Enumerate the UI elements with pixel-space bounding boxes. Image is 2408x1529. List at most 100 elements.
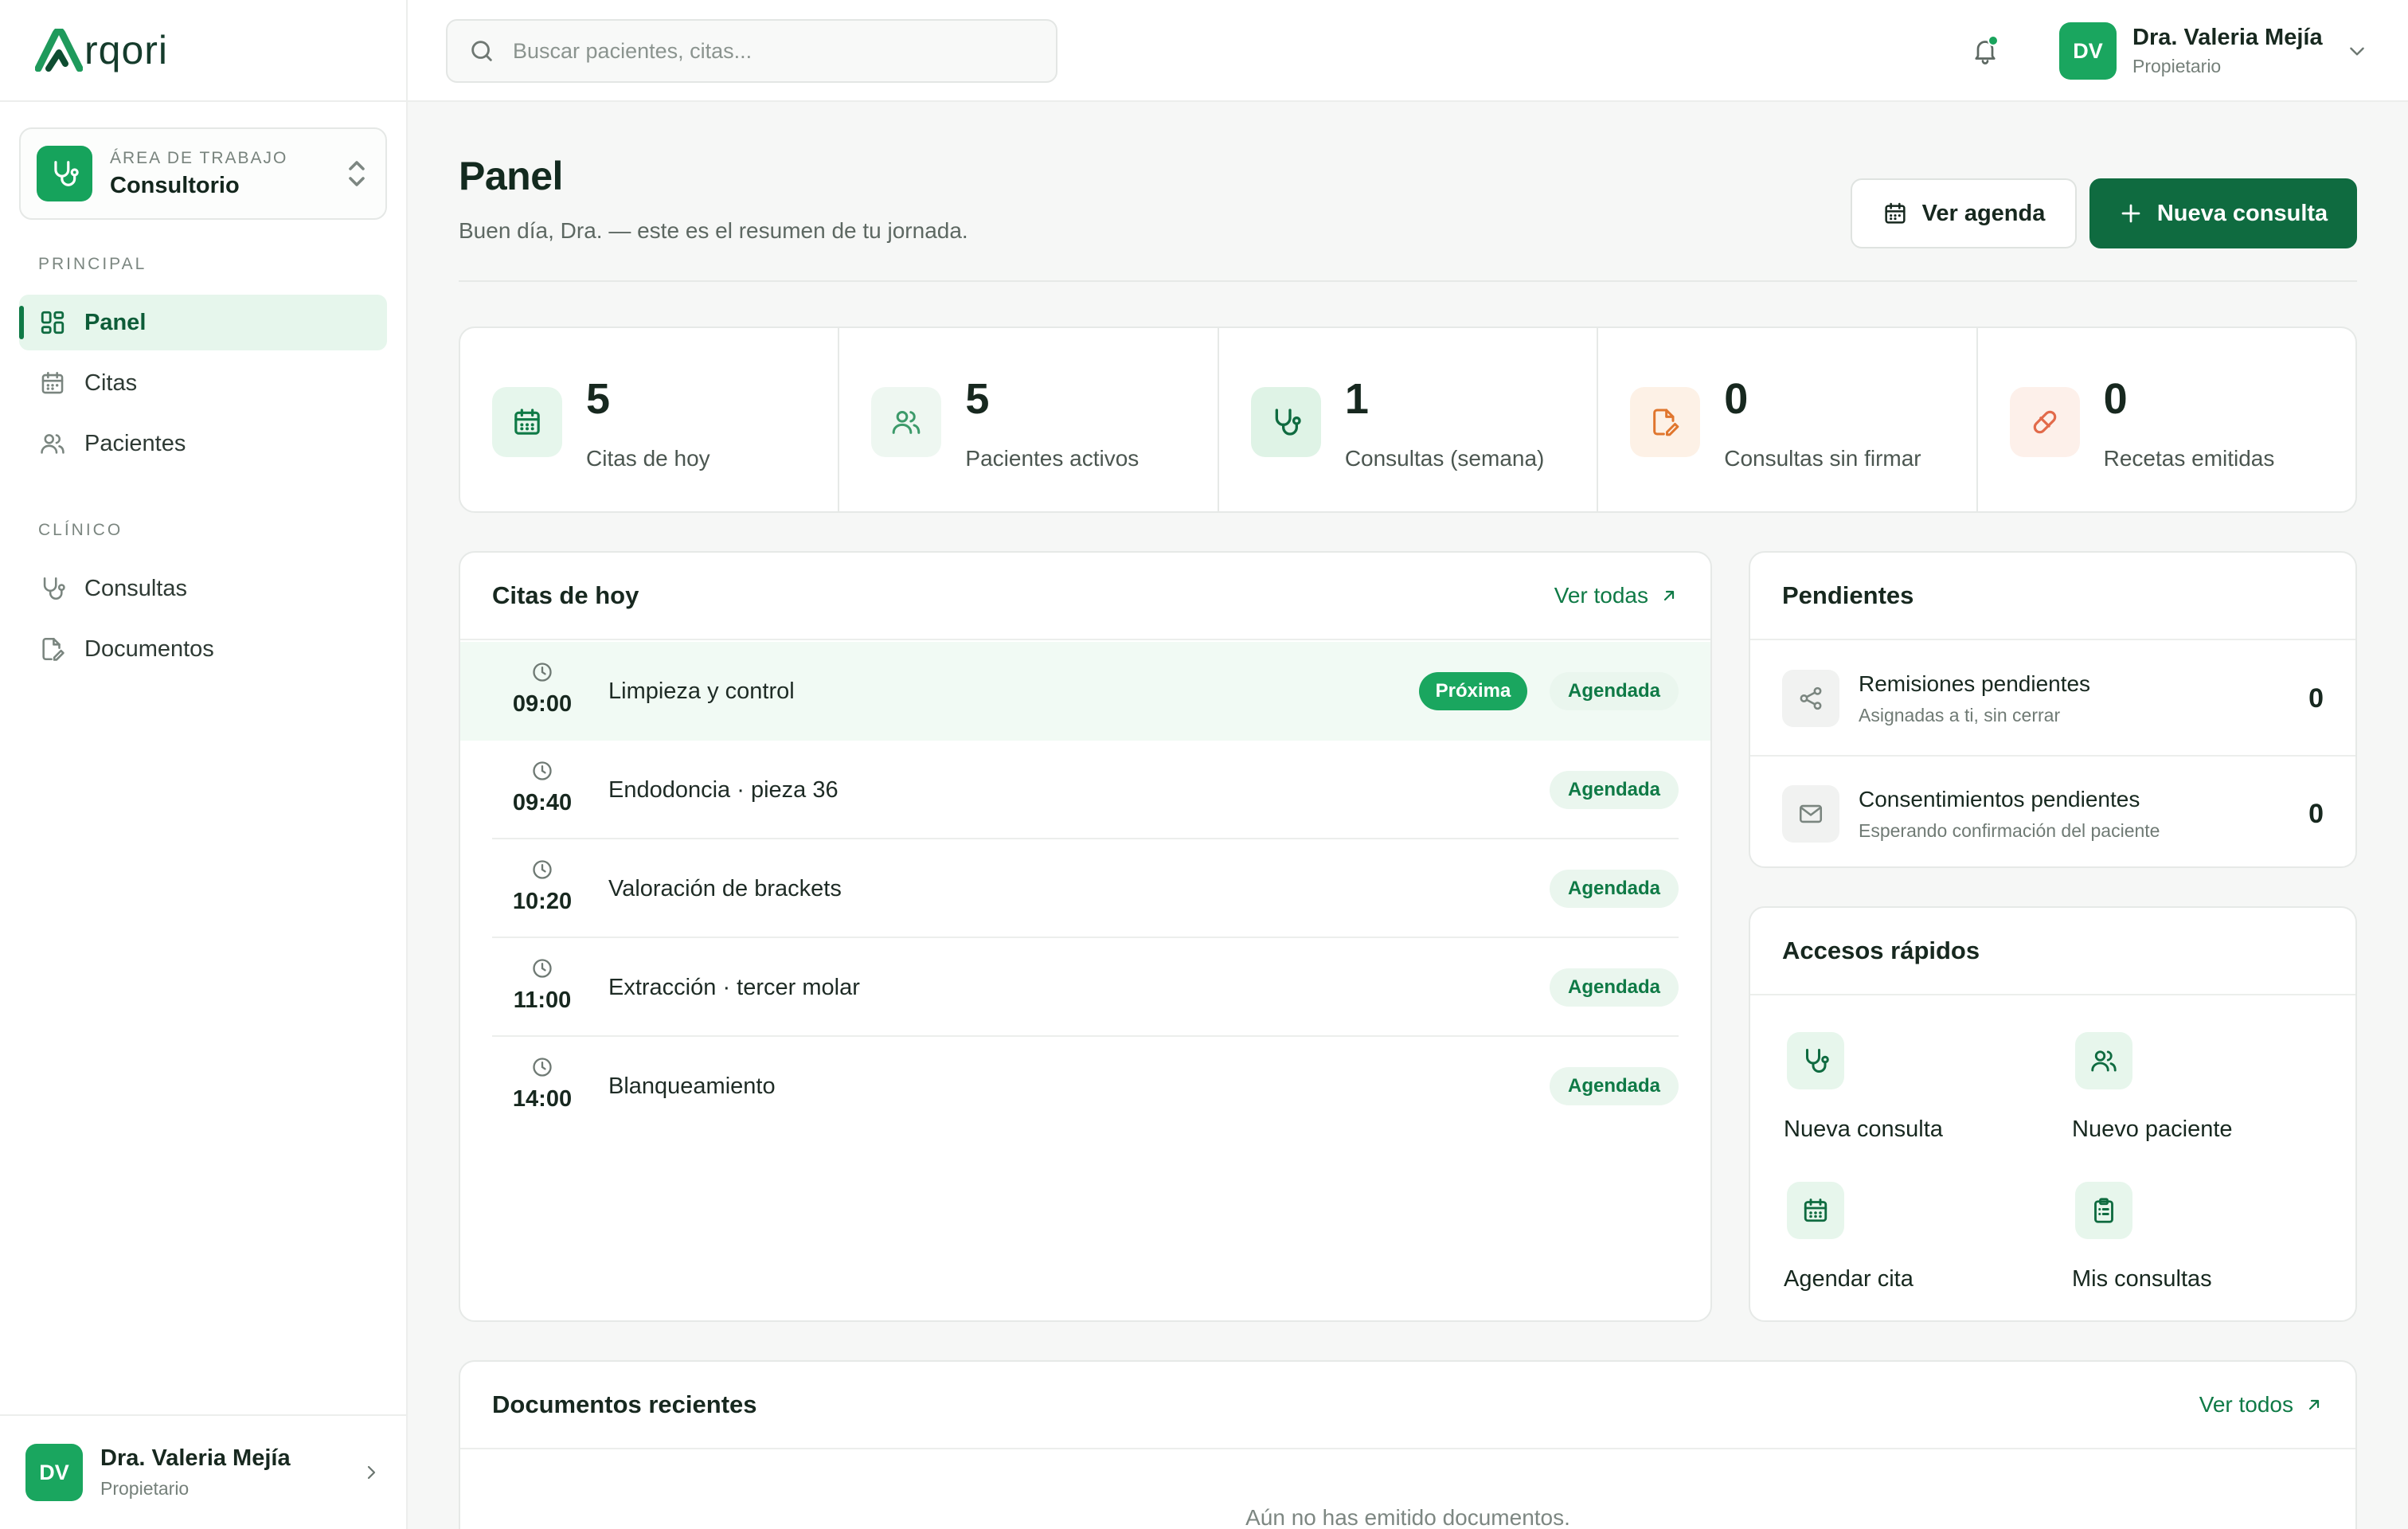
pill-icon	[2009, 387, 2080, 457]
page-subtitle: Buen día, Dra. — este es el resumen de t…	[459, 218, 968, 243]
stat-label: Consultas sin firmar	[1724, 446, 1921, 471]
appointment-time: 14:00	[505, 1056, 580, 1113]
stat-value: 5	[965, 375, 990, 423]
sidebar-item-pacientes[interactable]: Pacientes	[19, 416, 387, 471]
quick-new-consultation[interactable]: Nueva consulta	[1784, 1032, 2023, 1152]
stethoscope-icon	[1250, 387, 1321, 457]
dashboard-icon	[38, 308, 67, 337]
chevron-down-icon	[2347, 41, 2367, 61]
chevron-right-icon	[362, 1463, 381, 1482]
new-consultation-label: Nueva consulta	[2156, 200, 2328, 226]
users-icon	[2075, 1032, 2132, 1089]
quick-new-patient[interactable]: Nuevo paciente	[2072, 1032, 2311, 1152]
appointment-row[interactable]: 14:00 Blanqueamiento Agendada	[460, 1037, 1710, 1136]
quick-access-title: Accesos rápidos	[1782, 937, 1980, 964]
stat-consultas-sin-firmar[interactable]: 0 Consultas sin firmar	[1598, 328, 1978, 511]
status-badge: Agendada	[1550, 672, 1679, 710]
pending-header: Pendientes	[1750, 553, 2355, 640]
stat-pacientes-activos[interactable]: 5 Pacientes activos	[839, 328, 1219, 511]
appointment-row[interactable]: 10:20 Valoración de brackets Agendada	[460, 839, 1710, 938]
document-edit-icon	[38, 635, 67, 663]
appointments-header: Citas de hoy Ver todas	[460, 553, 1710, 640]
quick-schedule-appointment[interactable]: Agendar cita	[1784, 1182, 2023, 1301]
search-input[interactable]	[513, 38, 1038, 64]
document-edit-icon	[1630, 387, 1701, 457]
stethoscope-icon	[37, 146, 92, 201]
notifications-button[interactable]	[1965, 30, 2005, 70]
stat-value: 1	[1344, 375, 1369, 423]
logo-text: rqori	[84, 28, 169, 72]
sidebar: rqori ÁREA DE TRABAJO Consultorio PRINCI…	[0, 0, 408, 1529]
appointment-row[interactable]: 09:40 Endodoncia · pieza 36 Agendada	[460, 741, 1710, 839]
stethoscope-icon	[1787, 1032, 1844, 1089]
stat-value: 5	[586, 375, 611, 423]
stat-label: Consultas (semana)	[1344, 446, 1545, 471]
quick-access-header: Accesos rápidos	[1750, 908, 2355, 995]
workspace-kicker: ÁREA DE TRABAJO	[110, 148, 288, 167]
pending-item-remisiones[interactable]: Remisiones pendientes Asignadas a ti, si…	[1750, 642, 2355, 757]
plus-icon	[2119, 201, 2143, 225]
sidebar-section-clinico: CLÍNICO	[38, 521, 123, 539]
topbar: DV Dra. Valeria Mejía Propietario	[408, 0, 2408, 102]
appointment-time: 09:00	[505, 661, 580, 718]
status-badge: Agendada	[1550, 968, 1679, 1007]
pending-card: Pendientes Remisiones pendientes Asignad…	[1749, 551, 2357, 868]
stethoscope-icon	[38, 574, 67, 603]
quick-label: Nuevo paciente	[2072, 1116, 2233, 1142]
clipboard-icon	[2075, 1182, 2132, 1239]
arrow-up-right-icon	[1663, 590, 1675, 601]
app-root: rqori ÁREA DE TRABAJO Consultorio PRINCI…	[0, 0, 2408, 1529]
pending-item-subtitle: Asignadas a ti, sin cerrar	[1859, 704, 2061, 725]
recent-documents-card: Documentos recientes Ver todos Aún no ha…	[459, 1360, 2357, 1529]
quick-label: Agendar cita	[1784, 1266, 1914, 1292]
clock-icon	[531, 760, 553, 782]
stat-label: Recetas emitidas	[2103, 446, 2275, 471]
appointment-row[interactable]: 09:00 Limpieza y control Próxima Agendad…	[460, 642, 1710, 741]
search-box[interactable]	[446, 19, 1057, 83]
header-divider	[459, 280, 2357, 282]
pending-item-text: Remisiones pendientes Asignadas a ti, si…	[1859, 671, 2308, 726]
avatar: DV	[2059, 22, 2117, 80]
sidebar-item-documentos[interactable]: Documentos	[19, 621, 387, 677]
user-name: Dra. Valeria Mejía	[100, 1445, 291, 1471]
page-title: Panel	[459, 154, 563, 198]
top-user-menu[interactable]: DV Dra. Valeria Mejía Propietario	[2059, 22, 2367, 80]
sidebar-item-citas[interactable]: Citas	[19, 355, 387, 411]
appointment-time: 11:00	[505, 957, 580, 1014]
sidebar-item-panel[interactable]: Panel	[19, 295, 387, 350]
pending-item-consentimientos[interactable]: Consentimientos pendientes Esperando con…	[1750, 757, 2355, 866]
view-agenda-button[interactable]: Ver agenda	[1851, 178, 2077, 248]
clock-icon	[531, 1056, 553, 1078]
sidebar-user-text: Dra. Valeria Mejía Propietario	[100, 1445, 362, 1500]
quick-my-consultations[interactable]: Mis consultas	[2072, 1182, 2311, 1301]
appointment-row[interactable]: 11:00 Extracción · tercer molar Agendada	[460, 938, 1710, 1037]
stat-consultas-semana[interactable]: 1 Consultas (semana)	[1219, 328, 1599, 511]
clock-icon	[531, 858, 553, 881]
next-badge: Próxima	[1419, 672, 1527, 710]
sidebar-section-principal: PRINCIPAL	[38, 255, 147, 273]
quick-access-card: Accesos rápidos Nueva consulta Nuevo pac…	[1749, 906, 2357, 1322]
calendar-icon	[38, 369, 67, 397]
top-user-text: Dra. Valeria Mejía Propietario	[2132, 25, 2323, 77]
stats-bar: 5 Citas de hoy 5 Pacientes activos 1 Con…	[459, 327, 2357, 513]
stat-recetas-emitidas[interactable]: 0 Recetas emitidas	[1978, 328, 2355, 511]
sidebar-user-menu[interactable]: DV Dra. Valeria Mejía Propietario	[0, 1414, 406, 1529]
appointment-title: Extracción · tercer molar	[608, 974, 860, 1000]
new-consultation-button[interactable]: Nueva consulta	[2089, 178, 2357, 248]
appointment-time: 10:20	[505, 858, 580, 915]
workspace-switcher[interactable]: ÁREA DE TRABAJO Consultorio	[19, 127, 387, 220]
view-all-appointments-link[interactable]: Ver todas	[1554, 583, 1679, 608]
chevron-up-down-icon	[346, 159, 369, 188]
sidebar-item-consultas[interactable]: Consultas	[19, 561, 387, 616]
time-text: 14:00	[512, 1086, 573, 1112]
view-all-documents-link[interactable]: Ver todos	[2199, 1392, 2324, 1418]
stat-citas-hoy[interactable]: 5 Citas de hoy	[460, 328, 840, 511]
brand-logo[interactable]: rqori	[0, 0, 406, 102]
pending-item-title: Consentimientos pendientes	[1859, 786, 2140, 811]
search-icon	[468, 37, 495, 65]
notification-dot	[1988, 35, 1999, 46]
status-badge: Agendada	[1550, 870, 1679, 908]
documents-header: Documentos recientes Ver todos	[460, 1362, 2355, 1449]
arrow-up-right-icon	[2308, 1399, 2320, 1410]
user-name: Dra. Valeria Mejía	[2132, 25, 2323, 50]
